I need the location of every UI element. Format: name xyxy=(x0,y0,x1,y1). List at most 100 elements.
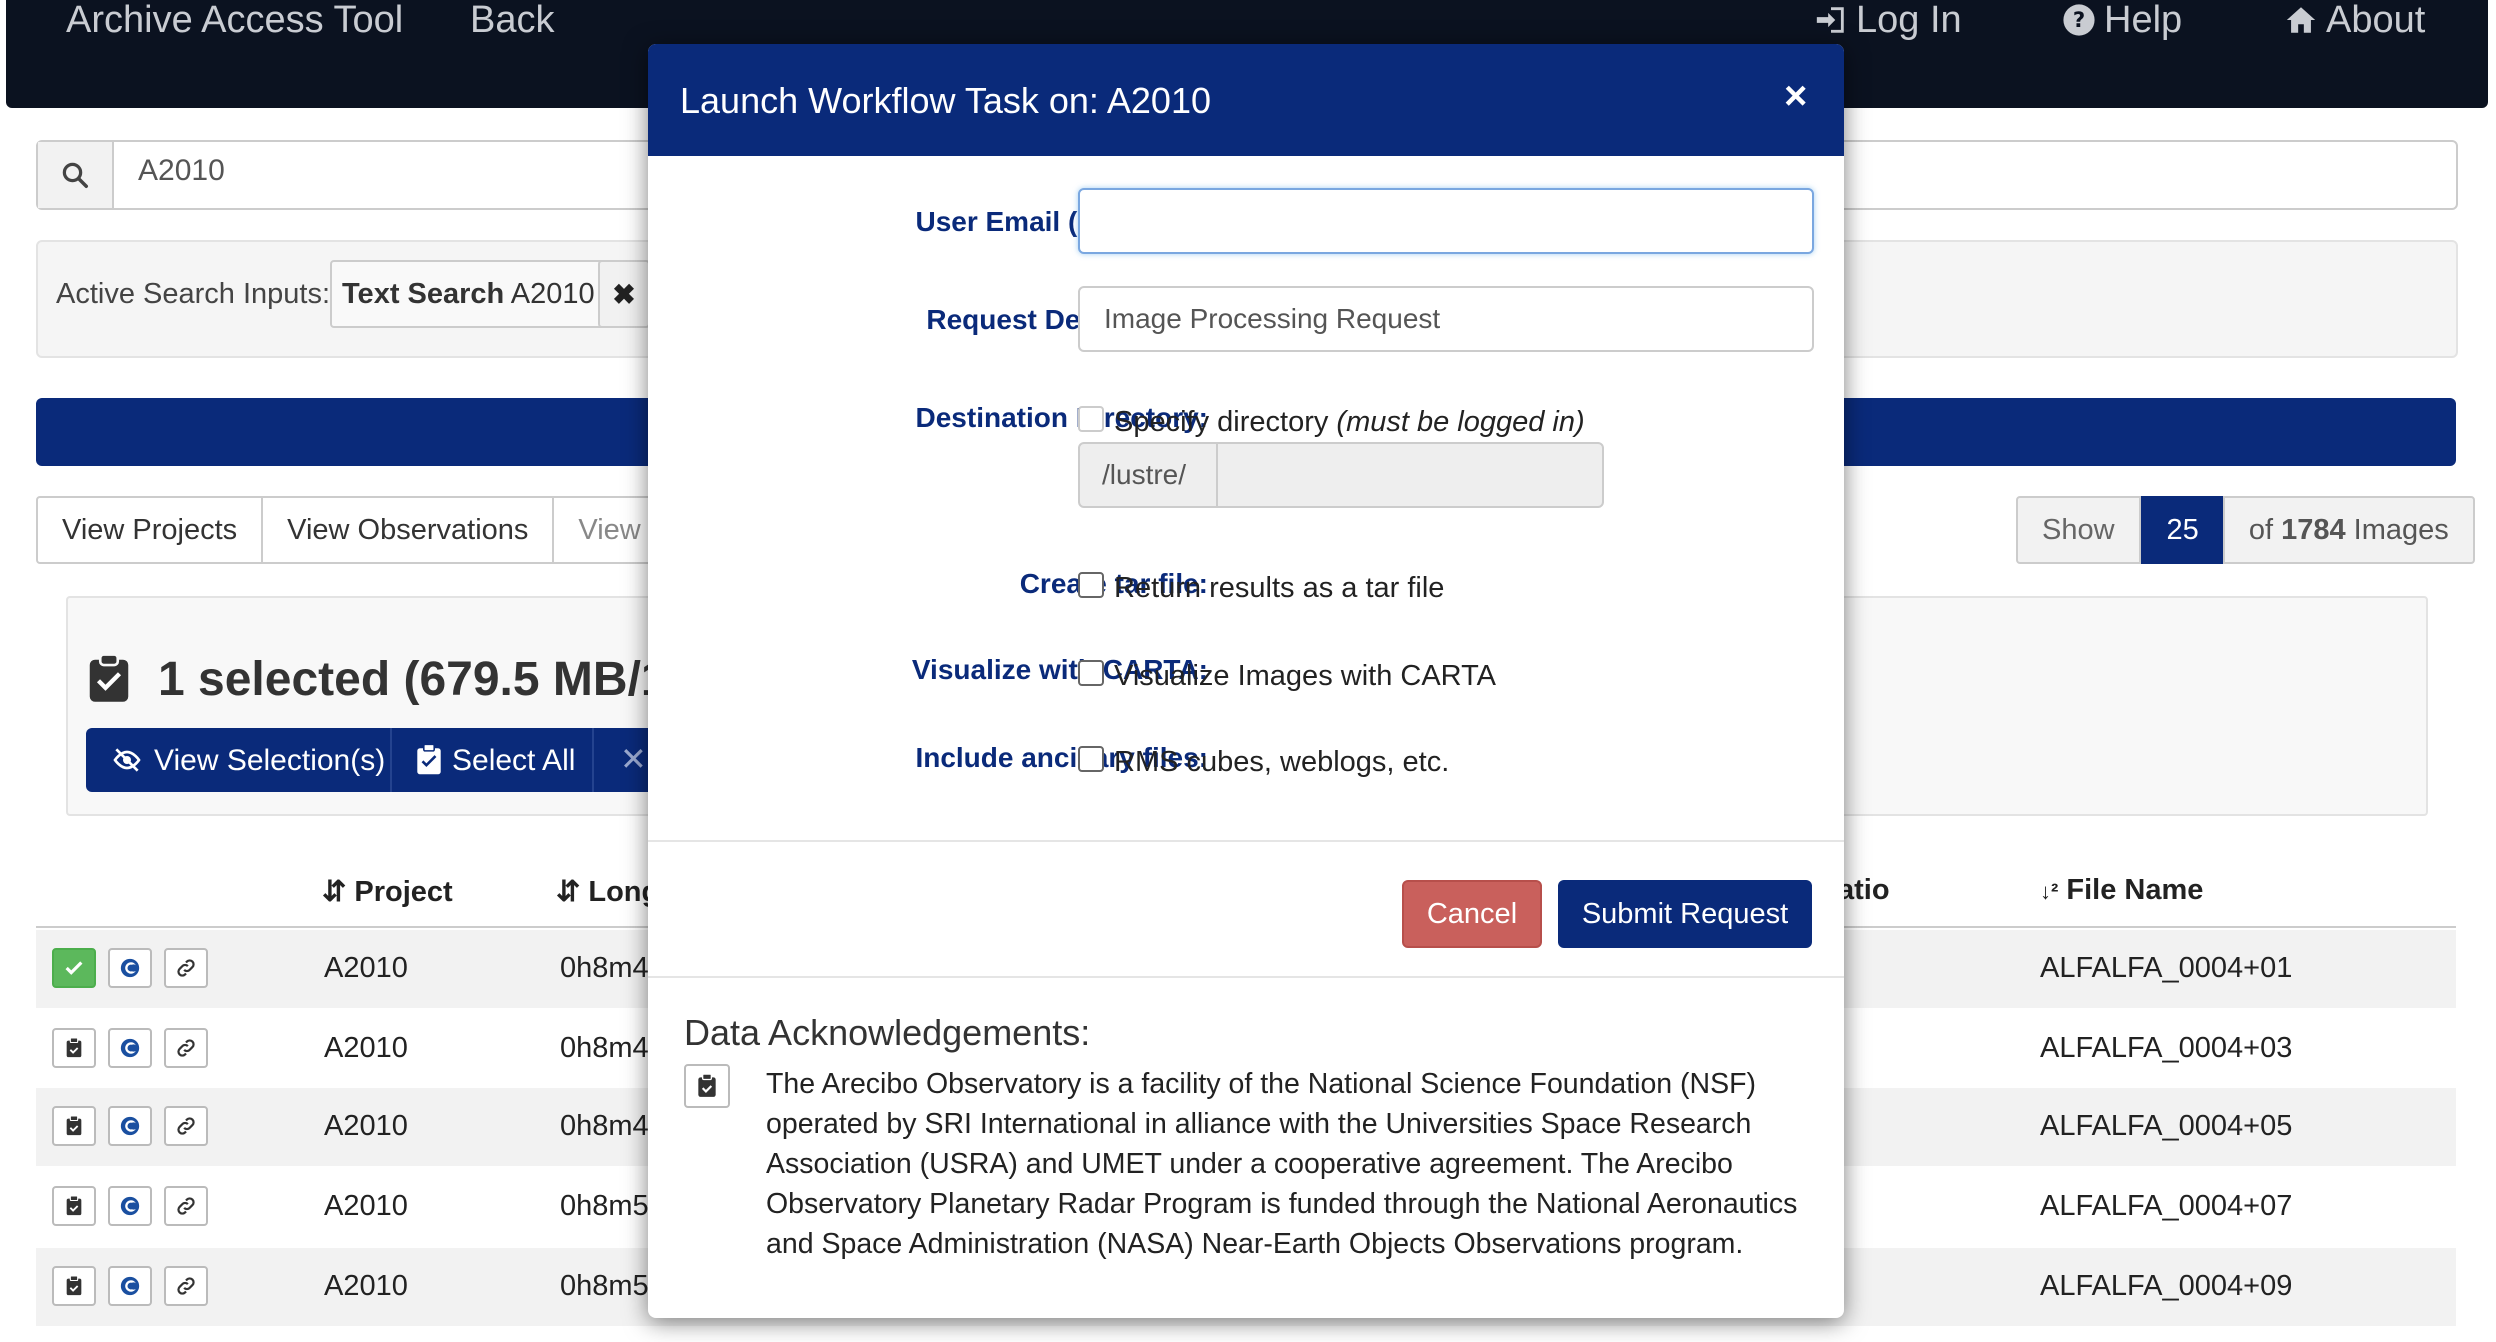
select-row-button[interactable] xyxy=(52,1106,96,1146)
cell-project: A2010 xyxy=(324,952,408,984)
back-link[interactable]: Back xyxy=(470,0,554,40)
cell-file-name: ALFALFA_0004+07 xyxy=(2040,1190,2293,1222)
clipboard-icon xyxy=(66,1115,82,1136)
about-link[interactable]: About xyxy=(2284,0,2425,40)
select-row-button[interactable] xyxy=(52,1186,96,1226)
tab-view-observations[interactable]: View Observations xyxy=(261,496,555,564)
description-field[interactable]: Image Processing Request xyxy=(1078,286,1814,352)
carta-button[interactable] xyxy=(108,948,152,988)
clipboard-icon xyxy=(66,1037,82,1058)
svg-text:?: ? xyxy=(2073,8,2085,33)
clear-selection-icon[interactable]: ✕ xyxy=(620,740,647,778)
form-divider xyxy=(648,840,1844,842)
cell-file-name: ALFALFA_0004+01 xyxy=(2040,952,2293,984)
cell-file-name: ALFALFA_0004+09 xyxy=(2040,1270,2293,1302)
cell-long: 0h8m5 xyxy=(560,1270,649,1302)
carta-checkbox[interactable] xyxy=(1078,660,1104,686)
chip-type: Text Search xyxy=(342,278,505,310)
of-prefix: of xyxy=(2248,514,2273,546)
clipboard-icon xyxy=(66,1195,82,1216)
total-count: of 1784 Images xyxy=(2222,496,2475,564)
cell-project: A2010 xyxy=(324,1110,408,1142)
select-row-button[interactable] xyxy=(52,1028,96,1068)
cell-file-name: ALFALFA_0004+03 xyxy=(2040,1032,2293,1064)
tar-checkbox[interactable] xyxy=(1078,572,1104,598)
clipboard-check-icon xyxy=(89,654,129,702)
link-button[interactable] xyxy=(164,1106,208,1146)
acknowledgement-text: The Arecibo Observatory is a facility of… xyxy=(766,1068,1798,1260)
submit-request-button[interactable]: Submit Request xyxy=(1558,880,1812,948)
cell-long: 0h8m4 xyxy=(560,1032,649,1064)
link-button[interactable] xyxy=(164,1028,208,1068)
email-field[interactable] xyxy=(1078,188,1814,254)
total-images: 1784 xyxy=(2281,514,2346,546)
cell-long: 0h8m4 xyxy=(560,1110,649,1142)
cell-long: 0h8m5 xyxy=(560,1190,649,1222)
link-icon xyxy=(177,1039,195,1057)
selected-check-button[interactable] xyxy=(52,948,96,988)
view-selection-button[interactable]: View Selection(s) xyxy=(154,744,385,778)
page-size-select[interactable]: 25 xyxy=(2140,496,2225,564)
search-input[interactable]: A2010 xyxy=(138,154,225,188)
cell-project: A2010 xyxy=(324,1270,408,1302)
cell-project: A2010 xyxy=(324,1190,408,1222)
search-button[interactable] xyxy=(38,142,114,208)
selection-summary: 1 selected (679.5 MB/1 xyxy=(158,653,668,706)
directory-input xyxy=(1216,442,1604,508)
link-button[interactable] xyxy=(164,1266,208,1306)
clipboard-icon xyxy=(417,744,441,775)
copy-acknowledgement-button[interactable] xyxy=(684,1064,730,1108)
images-suffix: Images xyxy=(2353,514,2449,546)
cell-long: 0h8m4 xyxy=(560,952,649,984)
col-project[interactable]: ⇵ Project xyxy=(322,874,453,909)
app-title[interactable]: Archive Access Tool xyxy=(66,0,403,40)
carta-icon xyxy=(120,1196,140,1216)
select-all-button[interactable]: Select All xyxy=(452,744,575,778)
link-button[interactable] xyxy=(164,1186,208,1226)
link-icon xyxy=(177,1277,195,1295)
login-label: Log In xyxy=(1856,0,1962,41)
help-link[interactable]: ? Help xyxy=(2062,0,2182,40)
directory-prefix: /lustre/ xyxy=(1078,442,1218,508)
cell-file-name: ALFALFA_0004+05 xyxy=(2040,1110,2293,1142)
link-icon xyxy=(177,1117,195,1135)
carta-button[interactable] xyxy=(108,1106,152,1146)
carta-button[interactable] xyxy=(108,1266,152,1306)
select-row-button[interactable] xyxy=(52,1266,96,1306)
carta-button[interactable] xyxy=(108,1186,152,1226)
sort-alpha-icon: ↓² xyxy=(2040,879,2059,904)
about-label: About xyxy=(2326,0,2426,41)
col-file-name[interactable]: ↓² File Name xyxy=(2040,874,2203,907)
specify-directory-checkbox[interactable] xyxy=(1078,406,1104,432)
col-long[interactable]: ⇵ Long xyxy=(556,874,659,909)
launch-workflow-modal: Launch Workflow Task on: A2010 × User Em… xyxy=(648,44,1844,1318)
must-be-logged-in-note: (must be logged in) xyxy=(1336,406,1585,438)
close-icon[interactable]: × xyxy=(1784,74,1807,119)
carta-icon xyxy=(120,958,140,978)
home-icon xyxy=(2284,3,2318,37)
footer-divider xyxy=(648,976,1844,978)
col-project-label: Project xyxy=(354,876,453,908)
carta-checkbox-label: Visualize Images with CARTA xyxy=(1114,660,1496,692)
cancel-button[interactable]: Cancel xyxy=(1402,880,1542,948)
link-button[interactable] xyxy=(164,948,208,988)
specify-directory-text: Specify directory (must be logged in) xyxy=(1114,406,1585,439)
col-ratio[interactable]: atio xyxy=(1838,874,1890,907)
ancillary-checkbox-label: RMS cubes, weblogs, etc. xyxy=(1114,746,1450,778)
sort-icon: ⇵ xyxy=(556,876,581,908)
tab-view-projects[interactable]: View Projects xyxy=(36,496,264,564)
carta-button[interactable] xyxy=(108,1028,152,1068)
modal-title: Launch Workflow Task on: A2010 xyxy=(680,80,1211,121)
search-chip: Text Search A2010 xyxy=(330,260,610,328)
login-link[interactable]: Log In xyxy=(1814,0,1962,40)
tar-checkbox-label: Return results as a tar file xyxy=(1114,572,1445,604)
modal-header: Launch Workflow Task on: A2010 × xyxy=(648,44,1844,156)
remove-chip-button[interactable]: ✖ xyxy=(598,260,650,328)
link-icon xyxy=(177,1197,195,1215)
ancillary-checkbox[interactable] xyxy=(1078,746,1104,772)
specify-directory-label: Specify directory xyxy=(1114,406,1329,438)
help-label: Help xyxy=(2104,0,2183,41)
show-label: Show xyxy=(2016,496,2141,564)
chip-value: A2010 xyxy=(510,278,595,310)
toolbar-divider xyxy=(390,728,392,792)
